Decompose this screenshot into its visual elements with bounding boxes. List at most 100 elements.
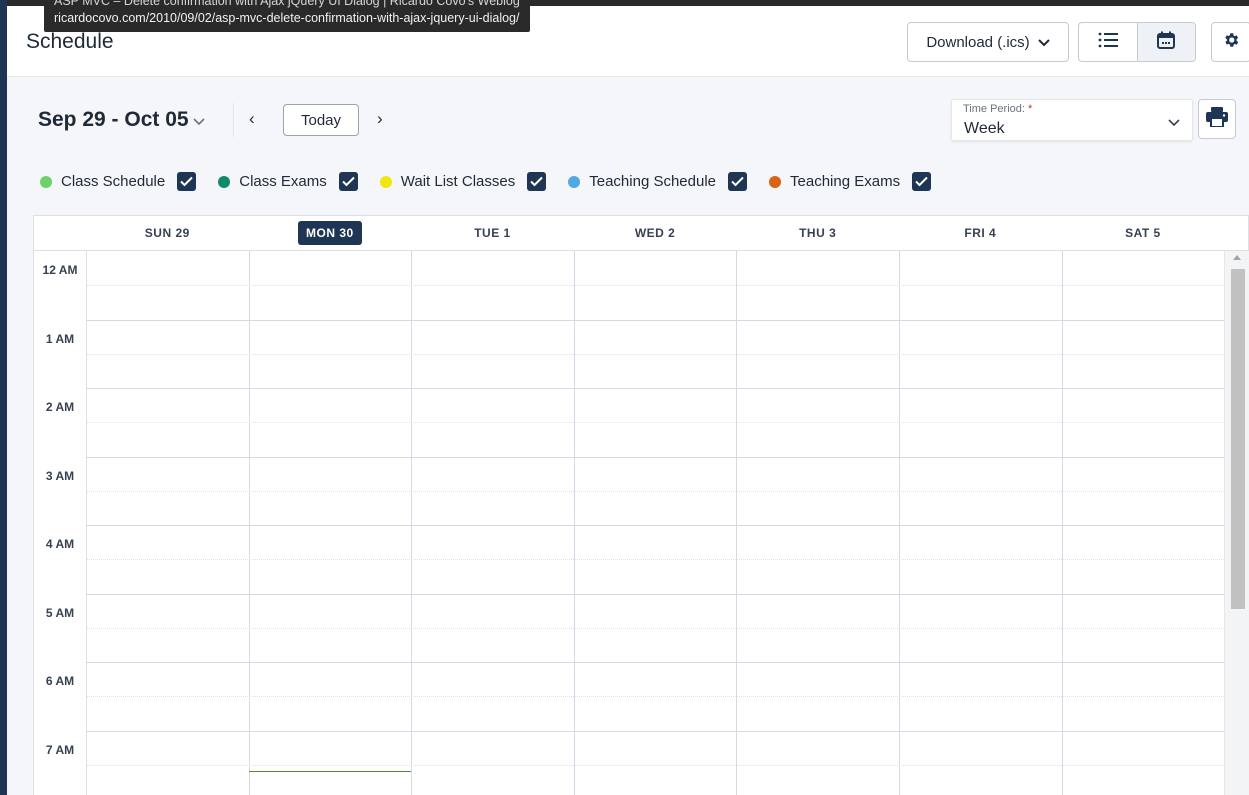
half-hour-line <box>86 422 1224 424</box>
schedule-content: Sep 29 - Oct 05 ‹ Today › Time Period: *… <box>7 77 1249 795</box>
day-header-cell[interactable]: TUE 1 <box>411 216 574 250</box>
hour-line <box>86 319 1224 321</box>
day-column-divider <box>248 251 250 795</box>
legend-item: Wait List Classes <box>379 172 547 191</box>
day-header-label: WED 2 <box>634 226 676 240</box>
day-column-divider <box>899 251 900 795</box>
legend-item: Teaching Schedule <box>568 172 748 191</box>
app-root: ASP MVC – Delete confirmation with Ajax … <box>0 0 1249 795</box>
date-range-label: Sep 29 - Oct 05 <box>38 108 189 131</box>
day-header-cell[interactable]: THU 3 <box>736 216 899 250</box>
time-grid[interactable]: 12 AM 1 AM 2 AM 3 AM 4 AM 5 AM 6 AM 7 AM <box>34 251 1224 795</box>
hour-line <box>86 388 1224 389</box>
view-toggle <box>1078 22 1196 62</box>
hour-line <box>86 662 1224 663</box>
chevron-left-icon: ‹ <box>249 109 255 128</box>
checkmark-icon <box>530 176 543 187</box>
legend-color-dot <box>568 175 581 188</box>
half-hour-line <box>86 285 1224 287</box>
left-edge-bar <box>0 0 7 795</box>
legend-item: Class Schedule <box>40 172 197 191</box>
day-column-divider <box>573 251 575 795</box>
hour-label: 3 AM <box>45 468 75 483</box>
calendar-scrollbar[interactable] <box>1224 251 1249 795</box>
chevron-right-icon: › <box>377 109 383 128</box>
legend-label: Teaching Exams <box>790 173 901 190</box>
legend-label: Class Exams <box>239 173 327 190</box>
tooltip-url: ricardocovo.com/2010/09/02/asp-mvc-delet… <box>54 11 520 25</box>
legend-label: Wait List Classes <box>400 173 516 190</box>
hour-line <box>86 525 1224 526</box>
day-header-label: TUE 1 <box>474 226 511 240</box>
day-header-row: SUN 29 MON 30 TUE 1 WED 2 THU 3 FRI 4 SAT 5 <box>34 216 1249 251</box>
day-header-label: SUN 29 <box>144 226 190 240</box>
half-hour-line <box>86 490 1224 492</box>
chevron-down-icon <box>193 108 205 132</box>
half-hour-line <box>86 627 1224 629</box>
time-gutter-divider <box>86 251 87 795</box>
half-hour-line <box>86 353 1224 355</box>
day-column-divider <box>736 251 738 795</box>
day-header-label: SAT 5 <box>1125 226 1161 240</box>
next-week-button[interactable]: › <box>377 109 383 129</box>
print-button[interactable] <box>1198 99 1236 139</box>
checkmark-icon <box>342 176 355 187</box>
scroll-up-arrow[interactable] <box>1233 255 1241 260</box>
checkmark-icon <box>731 176 744 187</box>
legend-item: Class Exams <box>218 172 358 191</box>
half-hour-line <box>86 696 1224 698</box>
legend-item: Teaching Exams <box>769 172 932 191</box>
previous-week-button[interactable]: ‹ <box>249 109 255 129</box>
scroll-thumb[interactable] <box>1231 269 1245 609</box>
chevron-down-icon <box>1037 34 1050 51</box>
hour-label: 1 AM <box>45 331 75 346</box>
today-button[interactable]: Today <box>283 104 359 136</box>
required-marker: * <box>1028 103 1033 115</box>
date-range-dropdown[interactable]: Sep 29 - Oct 05 <box>38 108 205 132</box>
half-hour-line <box>86 764 1224 766</box>
day-header-label: FRI 4 <box>964 226 997 240</box>
time-period-label-text: Time Period: <box>963 103 1025 115</box>
day-header-cell[interactable]: FRI 4 <box>899 216 1062 250</box>
legend-color-dot <box>769 175 782 188</box>
hour-label: 4 AM <box>45 537 75 551</box>
toolbar-divider <box>233 103 234 137</box>
list-icon <box>1098 32 1118 53</box>
legend-checkbox[interactable] <box>338 172 358 191</box>
time-period-value: Week <box>964 120 1005 137</box>
time-period-select[interactable]: Time Period: * Week <box>951 99 1193 141</box>
calendar-view-button[interactable] <box>1136 23 1195 61</box>
week-calendar: SUN 29 MON 30 TUE 1 WED 2 THU 3 FRI 4 SAT 5 12… <box>33 215 1249 795</box>
legend-label: Teaching Schedule <box>589 173 717 190</box>
gear-icon <box>1222 31 1240 53</box>
checkmark-icon <box>180 176 193 187</box>
link-tooltip: ASP MVC – Delete confirmation with Ajax … <box>44 0 530 32</box>
time-period-label: Time Period: * <box>963 103 1032 115</box>
legend-color-dot <box>218 175 231 188</box>
legend-checkbox[interactable] <box>728 172 748 191</box>
current-time-indicator <box>249 771 411 772</box>
calendar-icon <box>1157 31 1176 54</box>
list-view-button[interactable] <box>1079 23 1137 61</box>
day-column-divider <box>1061 251 1063 795</box>
legend-checkbox[interactable] <box>177 172 197 191</box>
checkmark-icon <box>915 176 928 187</box>
day-header-cell[interactable]: SAT 5 <box>1062 216 1225 250</box>
day-header-cell[interactable]: WED 2 <box>574 216 737 250</box>
settings-button[interactable] <box>1211 22 1249 62</box>
legend-label: Class Schedule <box>61 173 166 190</box>
download-ics-button[interactable]: Download (.ics) <box>907 22 1069 62</box>
chevron-down-icon <box>1168 114 1180 132</box>
download-label: Download (.ics) <box>926 33 1030 51</box>
day-column-divider <box>411 251 413 795</box>
legend-checkbox[interactable] <box>527 172 547 191</box>
printer-icon <box>1206 107 1228 131</box>
hour-label: 12 AM <box>42 263 78 277</box>
day-header-cell[interactable]: MON 30 <box>249 216 412 250</box>
half-hour-line <box>86 559 1224 561</box>
day-header-cell[interactable]: SUN 29 <box>86 216 249 250</box>
hour-label: 2 AM <box>45 400 75 414</box>
legend-color-dot <box>40 175 52 188</box>
day-header-label: MON 30 <box>298 221 362 245</box>
legend-checkbox[interactable] <box>912 172 932 191</box>
